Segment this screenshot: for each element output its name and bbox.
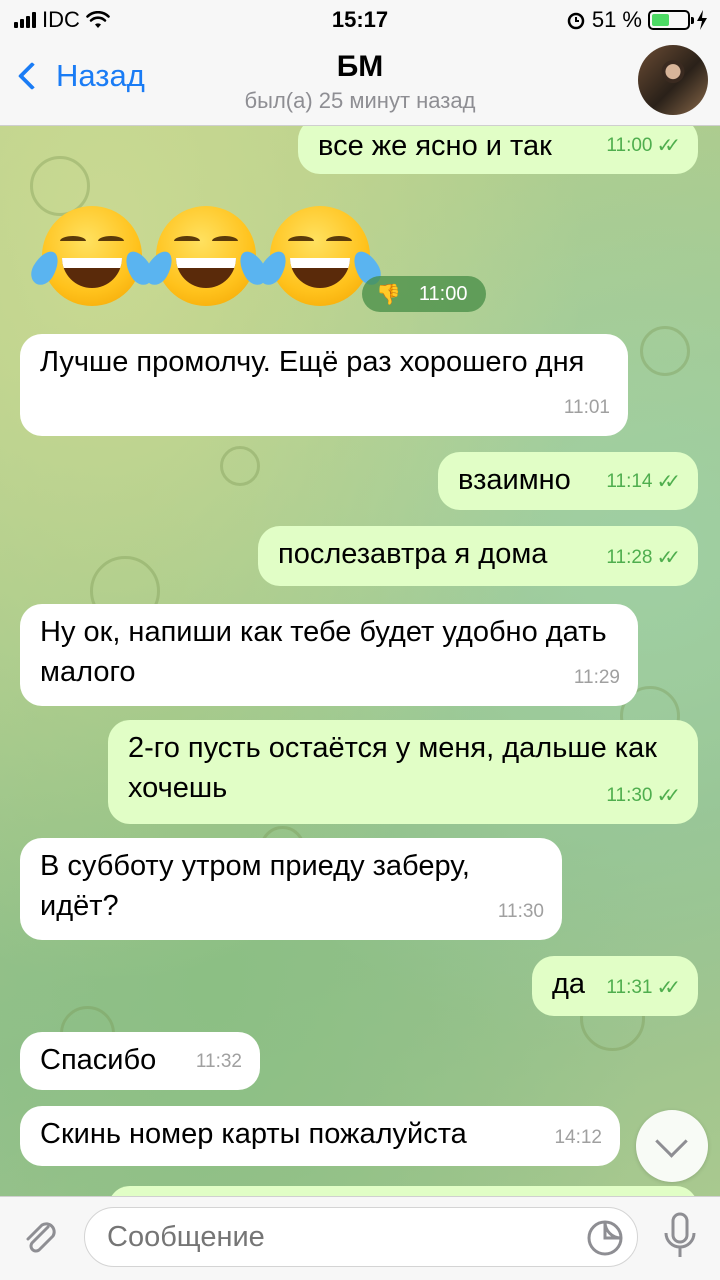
battery-percent: 51 %	[591, 7, 642, 32]
composer-bar	[0, 1196, 720, 1280]
message-bubble-incoming[interactable]: В субботу утром приеду заберу, идёт? 11:…	[20, 838, 562, 940]
message-bubble-incoming[interactable]: Ну ок, напиши как тебе будет удобно дать…	[20, 604, 638, 706]
scroll-down-button[interactable]	[636, 1110, 708, 1182]
battery-icon	[648, 10, 694, 30]
laughing-tears-emoji-icon	[140, 206, 272, 306]
emoji-message[interactable]	[26, 206, 386, 306]
message-time: 11:00	[606, 135, 653, 156]
message-time: 11:31	[606, 977, 653, 998]
chat-area[interactable]: все же ясно и так 11:00✓✓ 😂😂😂 👎 11:00 Лу…	[0, 126, 720, 1196]
message-bubble-outgoing[interactable]: да 11:31 ✓✓	[532, 956, 698, 1016]
double-check-icon: ✓✓	[656, 135, 680, 157]
double-check-icon: ✓✓	[656, 785, 680, 807]
message-time: 11:30	[497, 901, 544, 922]
laughing-tears-emoji-icon	[254, 206, 386, 306]
message-bubble-outgoing[interactable]	[108, 1186, 698, 1196]
double-check-icon: ✓✓	[656, 977, 680, 999]
message-time: 14:12	[554, 1127, 602, 1148]
message-bubble-outgoing[interactable]: взаимно 11:14 ✓✓	[438, 452, 698, 510]
message-text: Спасибо	[40, 1044, 157, 1076]
message-text: послезавтра я дома	[278, 538, 548, 570]
message-text: Скинь номер карты пожалуйста	[40, 1118, 467, 1150]
message-bubble-outgoing[interactable]: 2-го пусть остаётся у меня, дальше как х…	[108, 720, 698, 824]
message-text: Лучше промолчу. Ещё раз хорошего дня	[40, 346, 585, 378]
message-time: 11:32	[195, 1051, 242, 1072]
sticker-icon[interactable]	[586, 1219, 624, 1257]
last-seen-status: был(а) 25 минут назад	[244, 88, 476, 113]
message-text: Ну ок, напиши как тебе будет удобно дать…	[40, 616, 607, 688]
message-time: 11:01	[563, 397, 610, 418]
message-bubble-incoming[interactable]: Лучше промолчу. Ещё раз хорошего дня 11:…	[20, 334, 628, 436]
message-time: 11:30	[606, 785, 653, 806]
message-time: 11:00	[418, 282, 468, 305]
status-bar: IDC 15:17 51 %	[0, 0, 720, 40]
laughing-tears-emoji-icon	[26, 206, 158, 306]
message-time: 11:29	[573, 667, 620, 688]
message-text: 2-го пусть остаётся у меня, дальше как х…	[128, 732, 657, 804]
message-bubble-outgoing[interactable]: все же ясно и так 11:00 ✓✓	[298, 126, 698, 174]
charging-icon	[697, 10, 707, 30]
message-text: взаимно	[458, 464, 571, 496]
thumbs-down-icon: 👎	[376, 283, 401, 306]
double-check-icon: ✓✓	[656, 547, 680, 569]
chat-header: Назад БМ был(а) 25 минут назад	[0, 40, 720, 126]
message-text: В субботу утром приеду заберу, идёт?	[40, 850, 470, 922]
message-bubble-incoming[interactable]: Спасибо 11:32	[20, 1032, 260, 1090]
double-check-icon: ✓✓	[656, 471, 680, 493]
message-time: 11:14	[606, 471, 653, 492]
reaction-badge[interactable]: 👎 11:00	[362, 276, 486, 312]
message-bubble-outgoing[interactable]: послезавтра я дома 11:28 ✓✓	[258, 526, 698, 586]
message-input[interactable]	[84, 1207, 638, 1267]
microphone-icon[interactable]	[660, 1211, 700, 1263]
alarm-icon	[567, 12, 585, 30]
message-time: 11:28	[606, 547, 653, 568]
contact-name[interactable]: БМ	[0, 50, 720, 84]
message-bubble-incoming[interactable]: Скинь номер карты пожалуйста 14:12	[20, 1106, 620, 1166]
avatar[interactable]	[638, 45, 708, 115]
message-text: все же ясно и так	[318, 130, 552, 162]
paperclip-icon[interactable]	[18, 1215, 62, 1259]
message-text: да	[552, 968, 586, 1000]
